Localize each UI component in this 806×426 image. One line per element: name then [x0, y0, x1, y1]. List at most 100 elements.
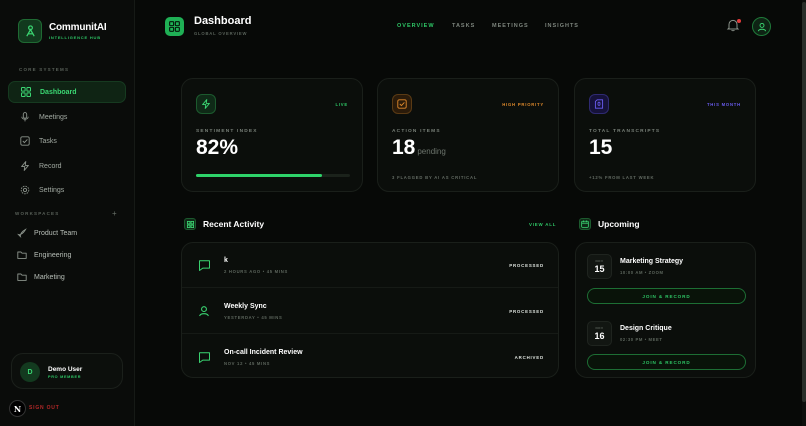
workspace-item-engineering[interactable]: Engineering: [17, 250, 71, 260]
activity-list: k 2 HOURS AGO • 45 MINS PROCESSED Weekly…: [181, 242, 559, 378]
activity-meta: YESTERDAY • 45 MINS: [224, 315, 283, 320]
tab-overview[interactable]: OVERVIEW: [397, 23, 435, 29]
status-badge: LIVE: [335, 102, 348, 107]
doc-mic-icon: [589, 94, 609, 114]
stat-value: 15: [589, 136, 613, 159]
checkbox-icon: [20, 136, 30, 146]
page-subtitle: GLOBAL OVERVIEW: [194, 31, 248, 36]
list-item[interactable]: On-call Incident Review NOV 12 • 45 MINS…: [182, 335, 558, 377]
upcoming-title: Upcoming: [598, 219, 640, 229]
sidebar-item-dashboard[interactable]: Dashboard: [8, 81, 126, 103]
bolt-icon: [20, 161, 30, 171]
workspace-label: Engineering: [34, 251, 72, 259]
add-workspace-button[interactable]: +: [112, 209, 117, 218]
stat-card-transcripts: THIS MONTH TOTAL TRANSCRIPTS 15 +12% FRO…: [574, 78, 756, 192]
stat-label: TOTAL TRANSCRIPTS: [589, 129, 661, 134]
status-badge: HIGH PRIORITY: [502, 102, 544, 107]
chat-icon: [196, 349, 212, 365]
avatar: D: [20, 362, 40, 382]
sidebar-item-label: Settings: [39, 186, 65, 194]
profile-button[interactable]: [752, 17, 771, 36]
activity-title: On-call Incident Review: [224, 349, 303, 356]
status-badge: THIS MONTH: [706, 102, 741, 107]
stat-footnote: 3 FLAGGED BY AI AS CRITICAL: [392, 175, 478, 180]
user-icon: [757, 22, 766, 31]
sidebar-item-label: Tasks: [39, 137, 57, 145]
stat-footnote: +12% FROM LAST WEEK: [589, 175, 655, 180]
topbar: Dashboard GLOBAL OVERVIEW OVERVIEW TASKS…: [136, 0, 806, 56]
stat-suffix: pending: [417, 147, 446, 156]
event-meta: 10:00 AM • ZOOM: [620, 270, 664, 275]
activity-meta: 2 HOURS AGO • 45 MINS: [224, 269, 288, 274]
status-badge: ARCHIVED: [514, 355, 544, 360]
list-item[interactable]: Weekly Sync YESTERDAY • 45 MINS PROCESSE…: [182, 289, 558, 334]
scrollbar[interactable]: [802, 0, 806, 426]
checkbox-icon: [392, 94, 412, 114]
sidebar-item-record[interactable]: Record: [8, 155, 126, 177]
grid-icon: [165, 17, 184, 36]
progress-fill: [196, 174, 323, 177]
recent-activity-title: Recent Activity: [203, 219, 265, 229]
logo-icon[interactable]: [18, 19, 42, 43]
sidebar-item-tasks[interactable]: Tasks: [8, 130, 126, 152]
user-role: PRO MEMBER: [48, 375, 82, 379]
sidebar-item-meetings[interactable]: Meetings: [8, 106, 126, 128]
chat-icon: [196, 257, 212, 273]
user-card[interactable]: D Demo User PRO MEMBER: [11, 353, 123, 389]
n-badge[interactable]: N: [9, 400, 26, 417]
rocket-icon: [17, 228, 27, 238]
stat-card-action-items: HIGH PRIORITY ACTION ITEMS 18 pending 3 F…: [377, 78, 559, 192]
date-badge: NOV 16: [587, 321, 612, 346]
event-meta: 02:30 PM • MEET: [620, 337, 663, 342]
brand-tagline: INTELLIGENCE HUB: [49, 35, 101, 40]
sidebar-item-settings[interactable]: Settings: [8, 179, 126, 201]
stat-label: ACTION ITEMS: [392, 129, 441, 134]
activity-title: k: [224, 257, 228, 264]
notification-dot: [737, 19, 741, 23]
gear-icon: [20, 185, 30, 195]
workspace-item-marketing[interactable]: Marketing: [17, 272, 65, 282]
view-all-link[interactable]: VIEW ALL: [529, 222, 556, 227]
folder-icon: [17, 250, 27, 260]
status-badge: PROCESSED: [509, 309, 544, 314]
section-label-workspaces: WORKSPACES: [15, 211, 60, 216]
user-icon: [196, 303, 212, 319]
date-day: 16: [594, 331, 605, 341]
join-record-button[interactable]: JOIN & RECORD: [587, 288, 746, 304]
stat-card-sentiment: LIVE SENTIMENT INDEX 82%: [181, 78, 363, 192]
stat-value: 82%: [196, 136, 239, 159]
list-item[interactable]: k 2 HOURS AGO • 45 MINS PROCESSED: [182, 243, 558, 288]
user-name: Demo User: [48, 366, 83, 373]
mic-icon: [20, 112, 30, 122]
upcoming-list: NOV 15 Marketing Strategy 10:00 AM • ZOO…: [575, 242, 756, 378]
sidebar-item-label: Meetings: [39, 113, 68, 121]
workspace-item-product-team[interactable]: Product Team: [17, 228, 77, 238]
date-month: NOV: [595, 326, 604, 330]
page-title: Dashboard: [194, 15, 252, 27]
scrollbar-thumb[interactable]: [802, 2, 806, 402]
tab-meetings[interactable]: MEETINGS: [492, 23, 529, 29]
stat-value: 18 pending: [392, 136, 446, 159]
date-month: NOV: [595, 259, 604, 263]
brand-name: CommunitAI: [49, 22, 107, 33]
event-title: Marketing Strategy: [620, 258, 684, 265]
activity-meta: NOV 12 • 45 MINS: [224, 361, 271, 366]
sidebar-item-label: Record: [39, 162, 62, 170]
workspace-label: Marketing: [34, 273, 65, 281]
tab-tasks[interactable]: TASKS: [452, 23, 475, 29]
date-badge: NOV 15: [587, 254, 612, 279]
sign-out-button[interactable]: SIGN OUT: [29, 405, 60, 411]
section-label-core: CORE SYSTEMS: [19, 67, 70, 72]
folder-icon: [17, 272, 27, 282]
grid-icon: [184, 218, 196, 230]
status-badge: PROCESSED: [509, 263, 544, 268]
date-day: 15: [594, 264, 605, 274]
grid-icon: [21, 87, 31, 97]
tab-insights[interactable]: INSIGHTS: [545, 23, 579, 29]
sidebar-item-label: Dashboard: [40, 88, 77, 96]
calendar-icon: [579, 218, 591, 230]
stat-label: SENTIMENT INDEX: [196, 129, 258, 134]
sidebar: CommunitAI INTELLIGENCE HUB CORE SYSTEMS…: [0, 0, 135, 426]
join-record-button[interactable]: JOIN & RECORD: [587, 354, 746, 370]
sentiment-progress-bar: [196, 174, 350, 177]
